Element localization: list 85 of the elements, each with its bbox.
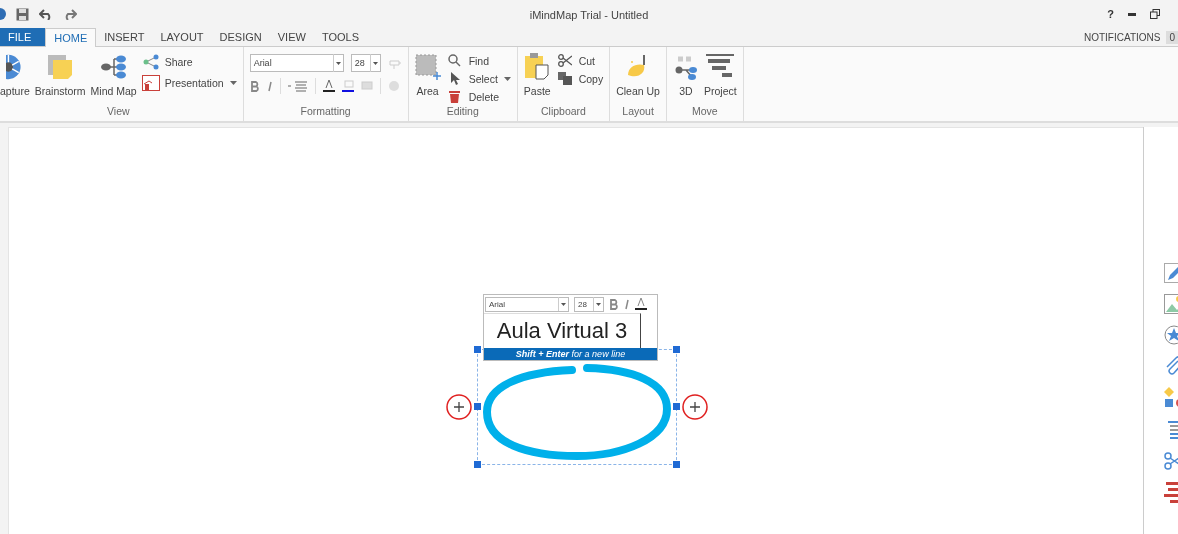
ribbon-button[interactable]: Presentation (141, 75, 237, 91)
scissors-icon (557, 54, 572, 67)
ribbon-tab[interactable]: VIEW (269, 28, 314, 46)
save-icon[interactable] (16, 7, 29, 21)
paste-icon (524, 53, 551, 81)
ribbon-button[interactable]: 3D (672, 51, 699, 97)
group-label: View (106, 105, 131, 119)
bold-icon[interactable] (609, 298, 619, 310)
logo-icon[interactable] (0, 8, 6, 20)
notification-count: 0 (1166, 30, 1178, 44)
restore-icon[interactable] (1150, 9, 1160, 19)
group-label: Editing (445, 105, 480, 119)
resize-handle[interactable] (474, 403, 481, 410)
ribbon-button[interactable]: apture (0, 51, 30, 97)
ribbon-button[interactable]: Copy (555, 72, 604, 85)
sticky-notes-icon (46, 53, 75, 81)
selection-area-icon (414, 53, 441, 81)
font-dropdown[interactable]: Arial (485, 296, 569, 312)
window-title: iMindMap Trial - Untitled (529, 9, 649, 21)
add-branch-icon[interactable] (682, 394, 708, 420)
font-color-icon[interactable] (635, 297, 647, 311)
gantt-icon[interactable] (1164, 482, 1178, 504)
undo-icon[interactable] (39, 8, 53, 20)
share-icon (142, 54, 159, 70)
add-branch-icon[interactable] (446, 394, 472, 420)
group-label: Move (690, 105, 719, 119)
size-dropdown[interactable]: 28 (350, 54, 381, 72)
caret-icon (369, 54, 380, 72)
font-color-icon[interactable] (322, 79, 335, 93)
italic-icon[interactable] (266, 80, 273, 92)
notifications-label[interactable]: NOTIFICATIONS (1083, 31, 1161, 43)
font-dropdown[interactable]: Arial (249, 54, 344, 72)
italic-icon[interactable] (624, 298, 630, 310)
hint-bar: Shift + Enter for a new line (484, 348, 657, 360)
ribbon-tab[interactable]: DESIGN (211, 28, 270, 46)
ribbon-button[interactable]: Cut (555, 54, 604, 67)
caret-icon (332, 54, 343, 72)
ribbon-button[interactable]: Select (445, 72, 511, 85)
help-button[interactable]: ? (1107, 8, 1114, 20)
ribbon-button[interactable]: Clean Up (616, 51, 660, 97)
scissors-icon[interactable] (1164, 451, 1178, 471)
ribbon-tab[interactable]: INSERT (96, 28, 153, 46)
size-dropdown[interactable]: 28 (574, 296, 604, 312)
presentation-icon (141, 75, 160, 91)
group-label: Layout (621, 105, 655, 119)
highlight-color-icon[interactable] (341, 79, 354, 93)
ribbon-button[interactable]: Find (445, 54, 511, 67)
cursor-icon (449, 72, 460, 85)
resize-handle[interactable] (474, 461, 481, 468)
ribbon-button[interactable]: Share (141, 54, 237, 70)
ribbon-button[interactable]: Brainstorm (34, 51, 86, 97)
paperclip-icon[interactable] (1164, 356, 1178, 376)
copy-icon (557, 72, 572, 85)
minimize-icon[interactable] (1128, 12, 1136, 16)
resize-handle[interactable] (474, 346, 481, 353)
group-label: Formatting (299, 105, 352, 119)
image-icon[interactable] (1164, 294, 1178, 314)
trash-icon (449, 90, 461, 103)
align-icon[interactable] (287, 80, 308, 92)
bold-icon[interactable] (249, 80, 260, 92)
file-menu-tab[interactable]: FILE (0, 28, 46, 46)
caret-icon (593, 297, 603, 311)
resize-handle[interactable] (673, 346, 680, 353)
caret-icon (558, 297, 568, 311)
ribbon-tab[interactable]: LAYOUT (152, 28, 212, 46)
search-icon (448, 54, 462, 67)
ribbon-tab[interactable]: TOOLS (313, 28, 367, 46)
resize-handle[interactable] (673, 403, 680, 410)
caret-icon (229, 81, 237, 85)
shapes-icon[interactable] (1164, 387, 1178, 409)
fill-color-icon[interactable] (360, 81, 373, 91)
resize-handle[interactable] (673, 461, 680, 468)
ribbon-button[interactable]: Paste (523, 51, 551, 97)
aperture-icon (6, 53, 24, 81)
caret-icon (503, 76, 511, 81)
ribbon-tab[interactable]: HOME (45, 28, 97, 47)
ribbon-button[interactable]: Delete (445, 90, 511, 103)
ribbon-button[interactable]: Project (703, 51, 737, 97)
ribbon-button[interactable]: Area (414, 51, 441, 97)
group-label: Clipboard (540, 105, 587, 119)
star-icon[interactable] (1164, 325, 1178, 345)
ribbon-button[interactable]: Mind Map (90, 51, 137, 97)
mind-map-icon (99, 53, 128, 81)
pencil-note-icon[interactable] (1164, 263, 1178, 283)
redo-icon[interactable] (63, 8, 77, 20)
